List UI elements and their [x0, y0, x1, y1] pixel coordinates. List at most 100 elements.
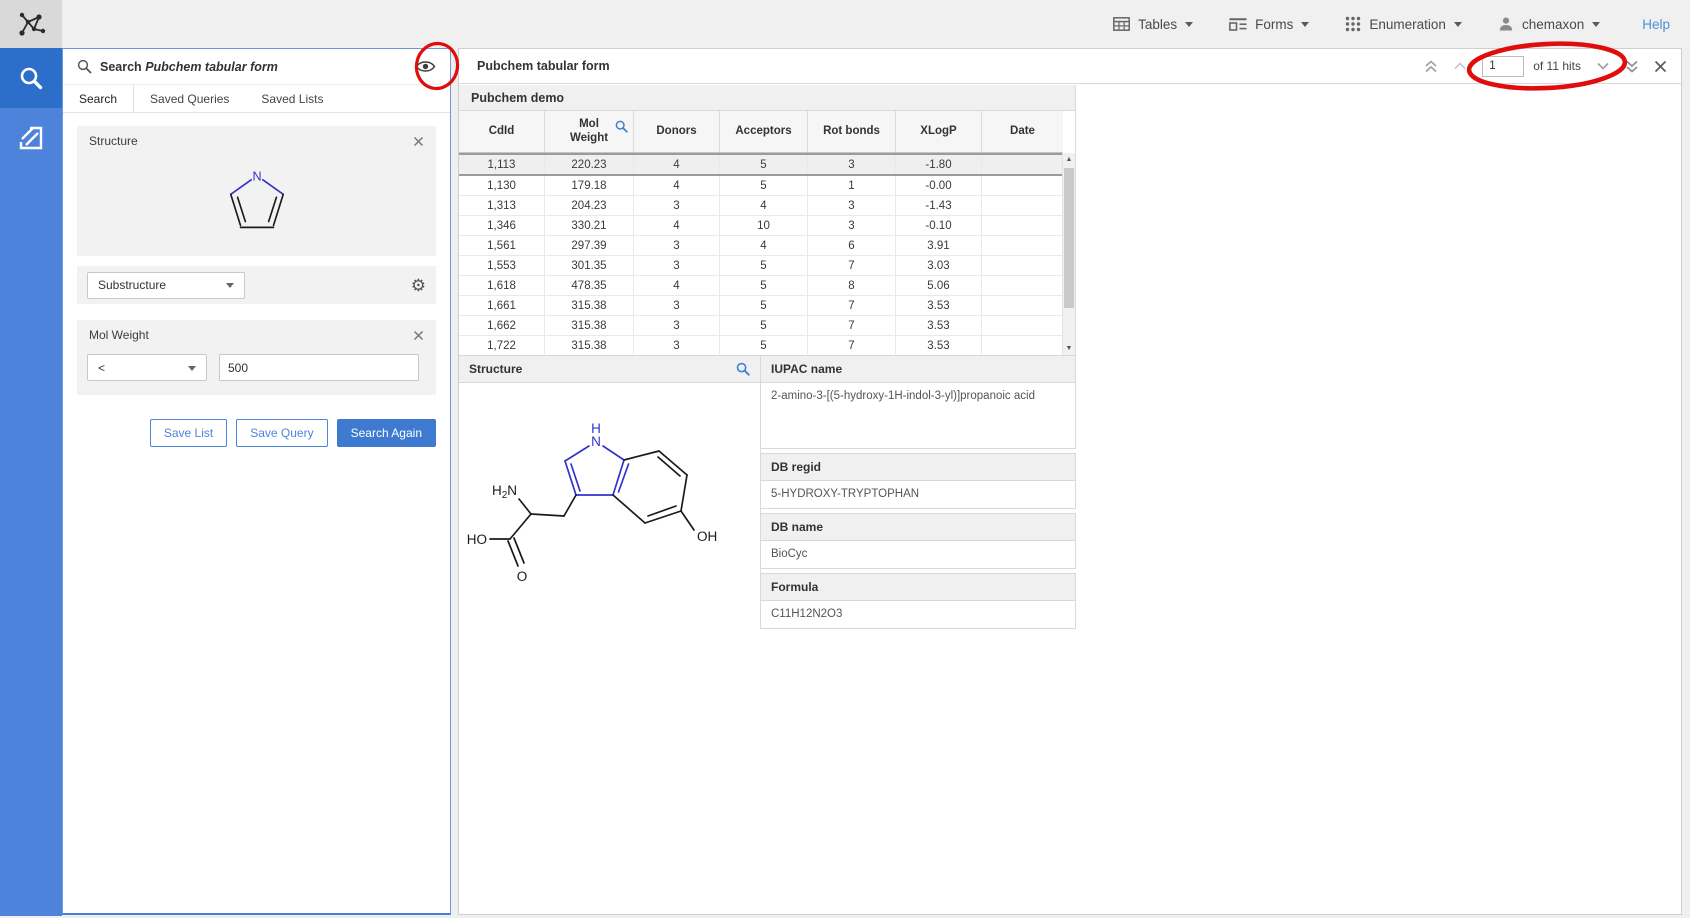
table-cell[interactable]: 5: [720, 296, 808, 315]
search-type-select[interactable]: Substructure: [87, 272, 245, 299]
last-record-button[interactable]: [1625, 60, 1639, 73]
table-cell[interactable]: 1,618: [459, 276, 545, 295]
table-cell[interactable]: 315.38: [545, 316, 634, 335]
column-header-cdid[interactable]: CdId: [459, 111, 545, 152]
table-row[interactable]: 1,346330.214103-0.10: [459, 216, 1063, 236]
column-header-xlogp[interactable]: XLogP: [896, 111, 982, 152]
column-header-mol-weight[interactable]: Mol Weight: [545, 111, 634, 152]
table-cell[interactable]: 7: [808, 256, 896, 275]
table-cell[interactable]: 3: [634, 296, 720, 315]
table-row[interactable]: 1,722315.383573.53: [459, 336, 1063, 356]
table-row[interactable]: 1,313204.23343-1.43: [459, 196, 1063, 216]
table-cell[interactable]: 1,722: [459, 336, 545, 355]
table-cell[interactable]: 10: [720, 216, 808, 235]
table-cell[interactable]: 315.38: [545, 336, 634, 355]
table-cell[interactable]: -1.43: [896, 196, 982, 215]
field-value[interactable]: C11H12N2O3: [761, 601, 1075, 629]
scrollbar-thumb[interactable]: [1064, 168, 1074, 308]
table-cell[interactable]: [982, 155, 1063, 174]
table-cell[interactable]: 3: [634, 236, 720, 255]
table-cell[interactable]: 3: [634, 316, 720, 335]
table-cell[interactable]: 4: [634, 176, 720, 195]
column-search-icon[interactable]: [615, 120, 628, 133]
field-value[interactable]: 2-amino-3-[(5-hydroxy-1H-indol-3-yl)]pro…: [761, 383, 1075, 449]
table-cell[interactable]: 6: [808, 236, 896, 255]
tab-search[interactable]: Search: [63, 85, 134, 112]
column-header-donors[interactable]: Donors: [634, 111, 720, 152]
table-cell[interactable]: 3.91: [896, 236, 982, 255]
first-record-button[interactable]: [1424, 60, 1438, 73]
table-cell[interactable]: 5: [720, 316, 808, 335]
table-row[interactable]: 1,618478.354585.06: [459, 276, 1063, 296]
table-cell[interactable]: 3: [634, 196, 720, 215]
table-cell[interactable]: 179.18: [545, 176, 634, 195]
structure-field-value[interactable]: H N H2N HO O OH: [459, 383, 760, 629]
table-row[interactable]: 1,553301.353573.03: [459, 256, 1063, 276]
table-cell[interactable]: 4: [634, 216, 720, 235]
table-cell[interactable]: 204.23: [545, 196, 634, 215]
table-cell[interactable]: 315.38: [545, 296, 634, 315]
table-cell[interactable]: 301.35: [545, 256, 634, 275]
table-cell[interactable]: 5: [720, 155, 808, 174]
table-cell[interactable]: [982, 176, 1063, 195]
table-cell[interactable]: 1,561: [459, 236, 545, 255]
remove-structure-filter-button[interactable]: [413, 136, 424, 147]
table-cell[interactable]: 4: [720, 196, 808, 215]
table-cell[interactable]: -0.10: [896, 216, 982, 235]
table-cell[interactable]: 1,346: [459, 216, 545, 235]
scroll-up-button[interactable]: ▲: [1063, 153, 1075, 166]
table-cell[interactable]: [982, 336, 1063, 355]
table-cell[interactable]: 3.53: [896, 296, 982, 315]
table-cell[interactable]: 5: [720, 276, 808, 295]
table-cell[interactable]: 5.06: [896, 276, 982, 295]
table-cell[interactable]: 1,313: [459, 196, 545, 215]
table-cell[interactable]: 5: [720, 256, 808, 275]
query-structure-canvas[interactable]: N: [77, 156, 436, 256]
table-cell[interactable]: 1,113: [459, 155, 545, 174]
table-cell[interactable]: 4: [720, 236, 808, 255]
table-cell[interactable]: 4: [634, 276, 720, 295]
search-options-gear-button[interactable]: ⚙: [411, 277, 426, 294]
grid-scrollbar[interactable]: ▲ ▼: [1062, 153, 1075, 355]
sidebar-item-structure-editor[interactable]: [0, 108, 62, 168]
table-cell[interactable]: 220.23: [545, 155, 634, 174]
table-cell[interactable]: [982, 196, 1063, 215]
table-row[interactable]: 1,661315.383573.53: [459, 296, 1063, 316]
sidebar-item-search[interactable]: [0, 48, 62, 108]
remove-mol-weight-filter-button[interactable]: [413, 330, 424, 341]
table-cell[interactable]: 330.21: [545, 216, 634, 235]
tab-saved-lists[interactable]: Saved Lists: [245, 85, 339, 112]
table-cell[interactable]: 3: [808, 155, 896, 174]
table-cell[interactable]: [982, 236, 1063, 255]
table-cell[interactable]: 7: [808, 336, 896, 355]
close-form-button[interactable]: [1654, 60, 1667, 73]
mol-weight-operator-select[interactable]: <: [87, 354, 207, 381]
table-cell[interactable]: 5: [720, 176, 808, 195]
table-cell[interactable]: 5: [720, 336, 808, 355]
table-cell[interactable]: 3: [634, 256, 720, 275]
table-cell[interactable]: 1,553: [459, 256, 545, 275]
table-cell[interactable]: 3: [808, 216, 896, 235]
table-row[interactable]: 1,130179.18451-0.00: [459, 176, 1063, 196]
table-cell[interactable]: [982, 256, 1063, 275]
column-header-rot-bonds[interactable]: Rot bonds: [808, 111, 896, 152]
previous-record-button[interactable]: [1453, 62, 1467, 70]
current-record-input[interactable]: [1482, 56, 1524, 77]
help-link[interactable]: Help: [1642, 17, 1670, 32]
table-cell[interactable]: 3: [634, 336, 720, 355]
save-list-button[interactable]: Save List: [150, 419, 227, 447]
table-cell[interactable]: 478.35: [545, 276, 634, 295]
table-cell[interactable]: 1,130: [459, 176, 545, 195]
field-value[interactable]: BioCyc: [761, 541, 1075, 569]
table-row[interactable]: 1,561297.393463.91: [459, 236, 1063, 256]
table-cell[interactable]: 3: [808, 196, 896, 215]
column-header-acceptors[interactable]: Acceptors: [720, 111, 808, 152]
user-menu[interactable]: chemaxon: [1498, 16, 1600, 32]
search-again-button[interactable]: Search Again: [337, 419, 436, 447]
table-cell[interactable]: -1.80: [896, 155, 982, 174]
table-cell[interactable]: 1,662: [459, 316, 545, 335]
table-cell[interactable]: 3.53: [896, 336, 982, 355]
table-cell[interactable]: 297.39: [545, 236, 634, 255]
structure-search-icon[interactable]: [736, 362, 750, 376]
table-cell[interactable]: 7: [808, 296, 896, 315]
